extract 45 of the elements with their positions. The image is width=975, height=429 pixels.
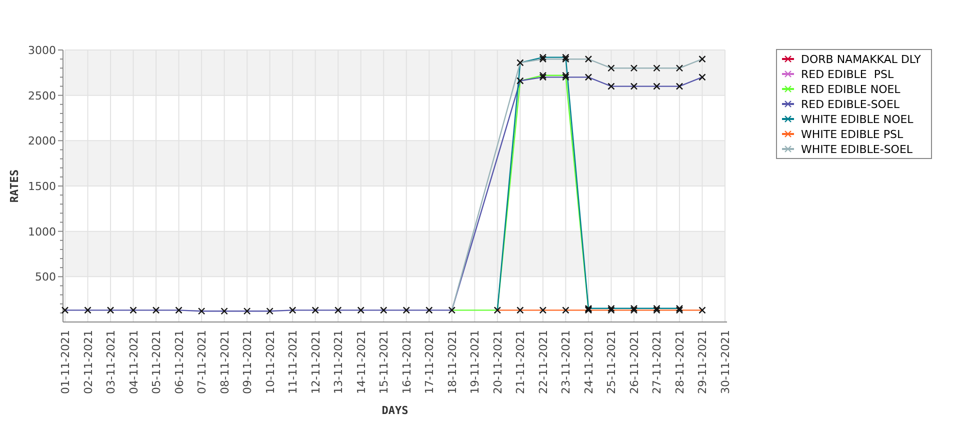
axis-tick-label: 05-11-2021: [150, 330, 164, 394]
axis-tick-label: 10-11-2021: [264, 330, 277, 394]
axis-tick-label: 25-11-2021: [605, 330, 618, 394]
axis-tick-label: 3000: [28, 44, 56, 57]
axis-tick-label: 21-11-2021: [514, 330, 528, 394]
axis-tick-label: 30-11-2021: [719, 330, 732, 394]
legend-label: RED EDIBLE NOEL: [801, 83, 900, 96]
axis-tick-label: 15-11-2021: [378, 330, 391, 394]
axis-tick-label: 17-11-2021: [423, 330, 436, 394]
axis-tick-label: 14-11-2021: [354, 330, 368, 394]
axis-tick-label: 18-11-2021: [446, 330, 459, 394]
axis-tick-label: 04-11-2021: [127, 330, 140, 394]
axis-tick-label: 16-11-2021: [400, 330, 414, 394]
legend-label: WHITE EDIBLE-SOEL: [801, 143, 913, 156]
axis-tick-label: 24-11-2021: [582, 330, 596, 394]
y-axis-title: RATES: [8, 169, 21, 203]
axis-tick-label: 500: [35, 270, 56, 284]
axis-tick-label: 2500: [28, 89, 56, 102]
axis-tick-label: 11-11-2021: [286, 330, 300, 394]
axis-tick-label: 23-11-2021: [560, 330, 573, 394]
legend-label: RED EDIBLE PSL: [801, 68, 894, 81]
axis-tick-label: 22-11-2021: [536, 330, 550, 394]
axis-tick-label: 28-11-2021: [673, 330, 686, 394]
axis-tick-label: 1500: [28, 180, 56, 193]
axis-tick-label: 01-11-2021: [59, 330, 72, 394]
axis-tick-label: 07-11-2021: [196, 330, 209, 394]
axis-tick-label: 27-11-2021: [650, 330, 664, 394]
axis-tick-label: 13-11-2021: [332, 330, 346, 394]
legend-label: DORB NAMAKKAL DLY: [801, 53, 921, 66]
axis-tick-label: 20-11-2021: [491, 330, 504, 394]
axis-tick-label: 03-11-2021: [104, 330, 118, 394]
axis-tick-label: 26-11-2021: [628, 330, 641, 394]
axis-tick-label: 12-11-2021: [309, 330, 322, 394]
axis-tick-label: 1000: [28, 225, 56, 238]
legend-label: WHITE EDIBLE NOEL: [801, 113, 914, 126]
legend-label: WHITE EDIBLE PSL: [801, 128, 904, 141]
axis-tick-label: 29-11-2021: [696, 330, 710, 394]
axis-tick-label: 02-11-2021: [82, 330, 95, 394]
axis-tick-label: 2000: [28, 134, 56, 148]
legend-label: RED EDIBLE-SOEL: [801, 98, 900, 111]
axis-tick-label: 06-11-2021: [172, 330, 186, 394]
x-axis-title: DAYS: [382, 404, 408, 417]
axis-tick-label: 19-11-2021: [468, 330, 482, 394]
axis-tick-label: 09-11-2021: [241, 330, 254, 394]
axis-tick-label: 08-11-2021: [218, 330, 232, 394]
